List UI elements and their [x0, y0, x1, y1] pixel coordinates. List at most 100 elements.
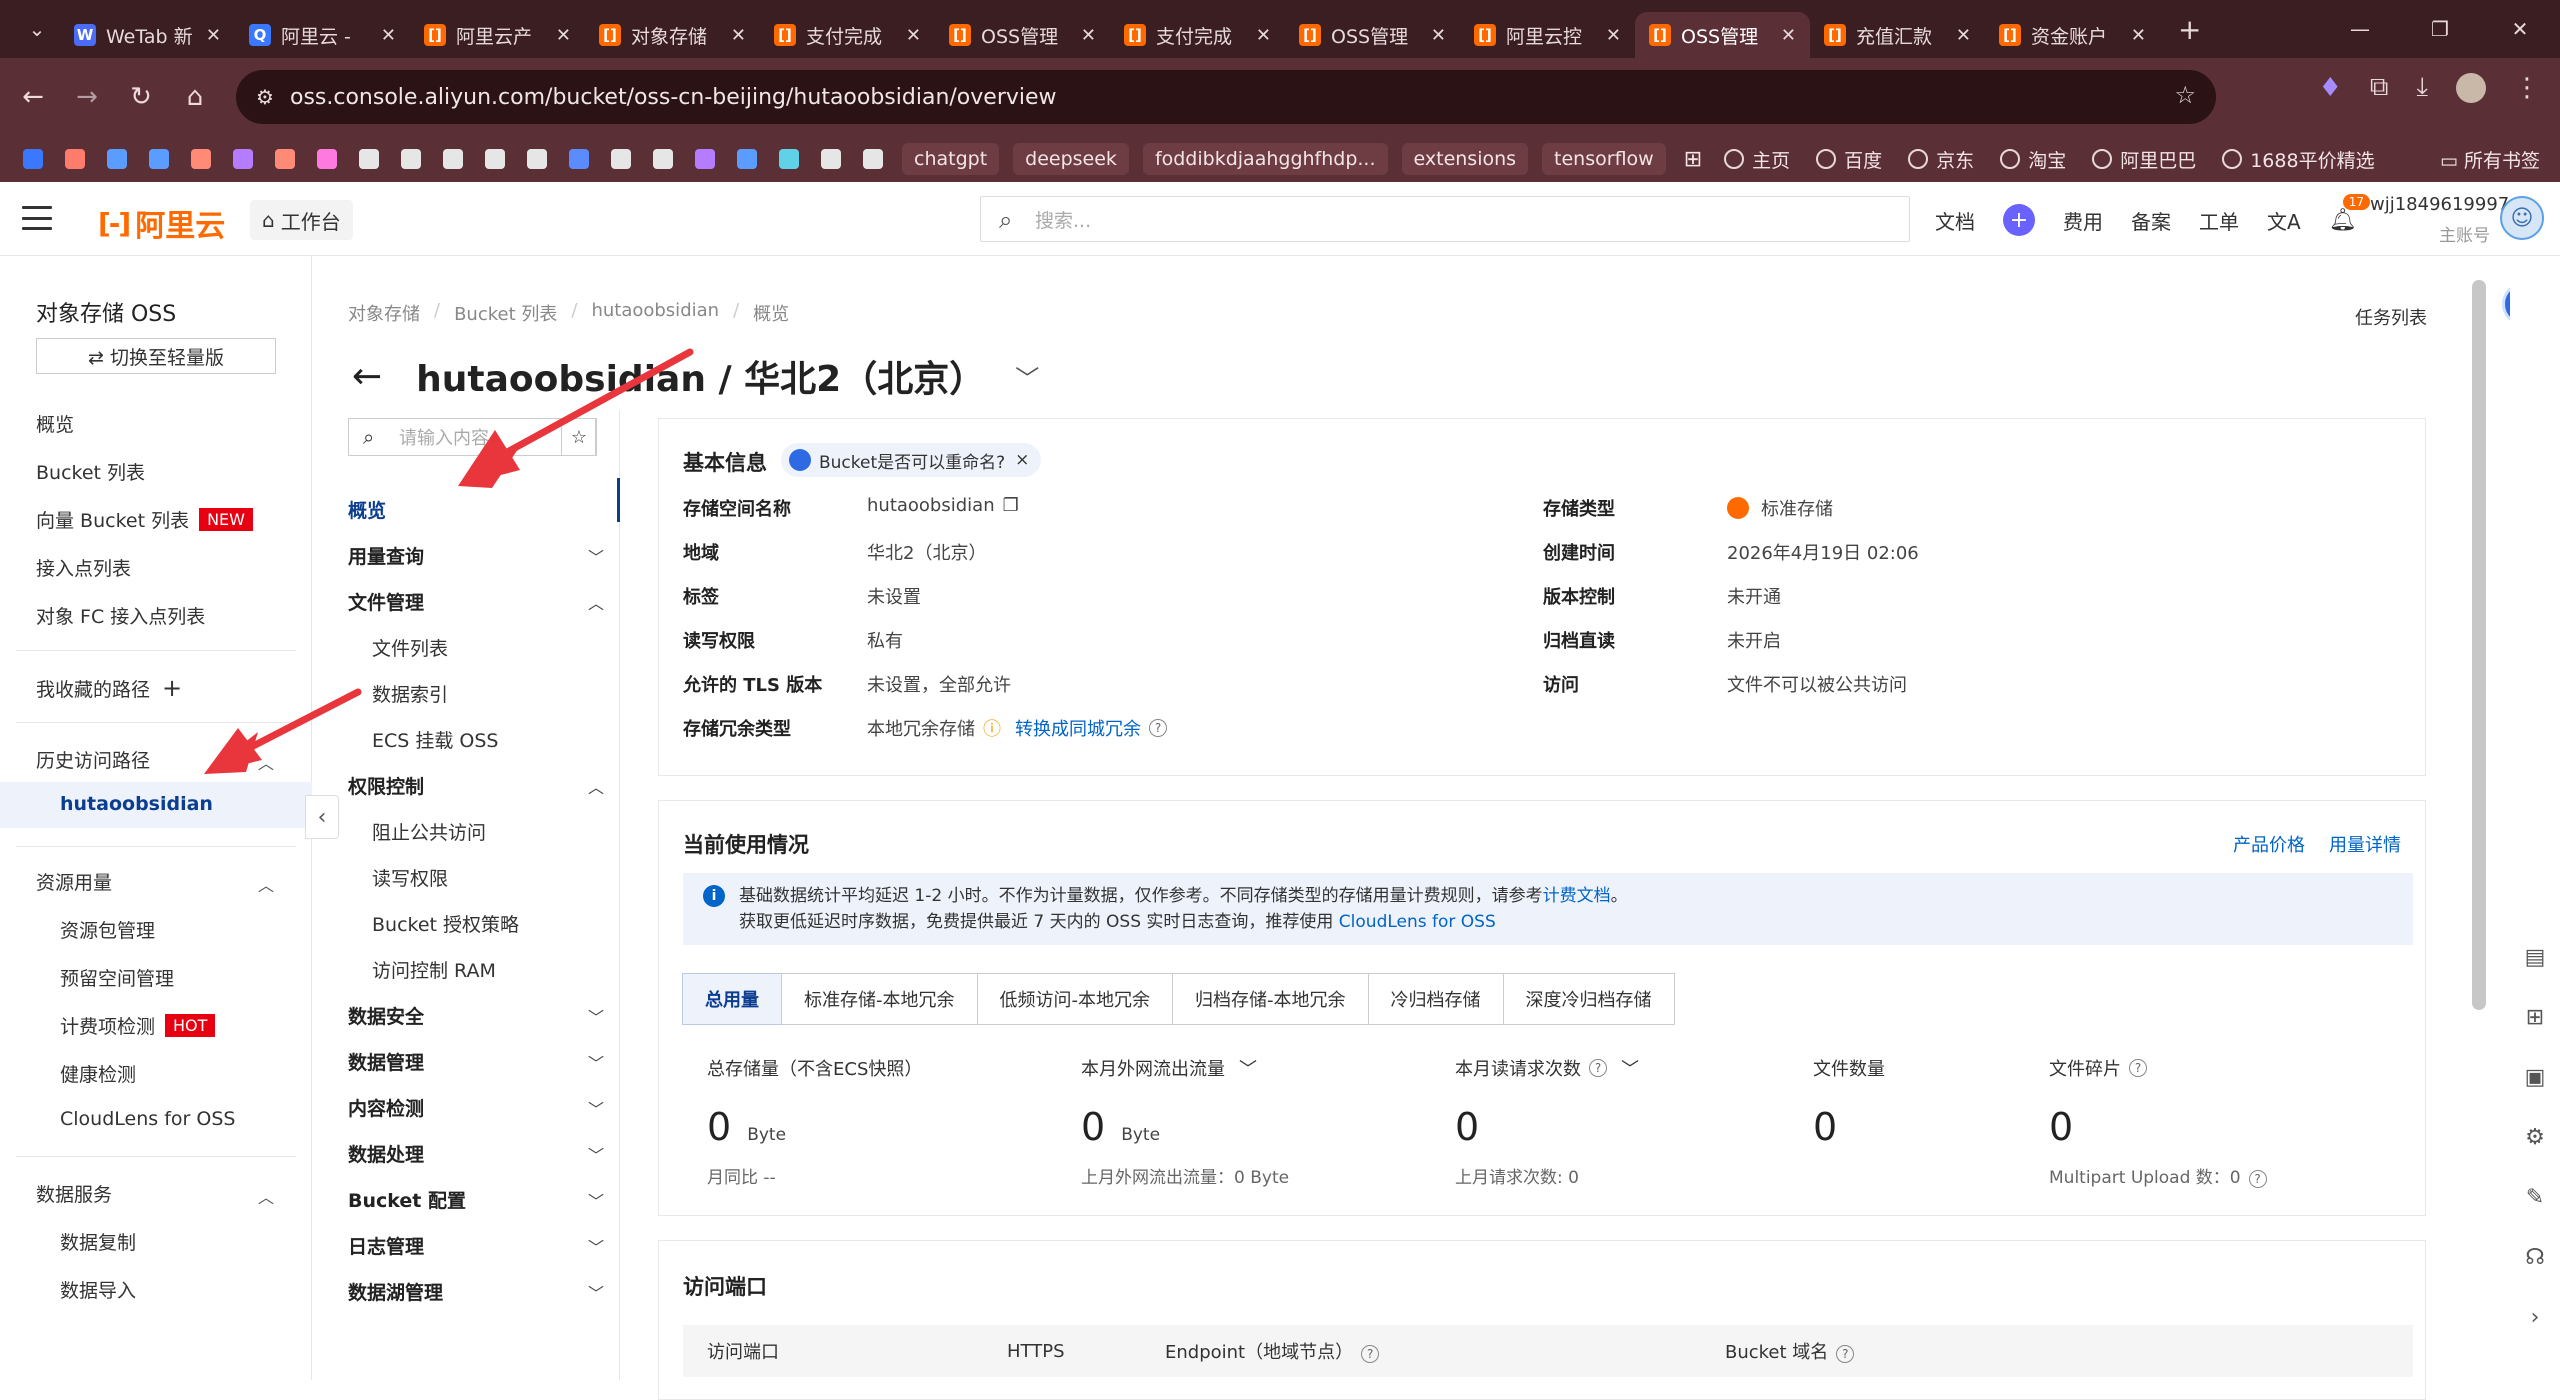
plus-icon[interactable]: + — [162, 674, 182, 702]
browser-tab[interactable]: [] 充值汇款 ✕ — [1810, 12, 1985, 58]
switch-lite-button[interactable]: ⇄ 切换至轻量版 — [36, 338, 276, 374]
subnav-item[interactable]: Bucket 配置 — [348, 1186, 466, 1213]
bookmark-favicon-icon[interactable] — [737, 149, 757, 169]
bookmark-favicon-icon[interactable] — [863, 149, 883, 169]
subnav-search-input[interactable]: ⌕ 请输入内容 ☆ — [348, 418, 597, 456]
bookmark-item[interactable]: deepseek — [1013, 143, 1129, 175]
subnav-item[interactable]: 数据管理 — [348, 1048, 424, 1075]
chevron-down-icon[interactable]: ﹀ — [588, 1234, 604, 1258]
account-info[interactable]: wjj1849619997 主账号 — [2370, 194, 2509, 246]
bookmark-item[interactable]: tensorflow — [1542, 143, 1666, 175]
back-arrow-icon[interactable]: ← — [352, 356, 382, 397]
help-icon[interactable]: ? — [2248, 1170, 2267, 1188]
breadcrumb-bucket[interactable]: hutaoobsidian — [591, 300, 719, 326]
close-icon[interactable]: × — [1015, 450, 1029, 470]
tab-close-icon[interactable]: ✕ — [2131, 25, 2146, 46]
bookmark-item[interactable]: foddibkdjaahgghfhdp... — [1142, 143, 1388, 175]
chevron-up-icon[interactable]: ︿ — [258, 1184, 274, 1208]
subnav-item[interactable]: 数据湖管理 — [348, 1278, 443, 1305]
sidebar-group-data-service[interactable]: 数据服务 — [36, 1180, 112, 1207]
bookmark-favicon-icon[interactable] — [149, 149, 169, 169]
subnav-item[interactable]: 概览 — [348, 496, 386, 523]
page-scrollbar[interactable] — [2472, 280, 2486, 1010]
chevron-up-icon[interactable]: ︿ — [258, 750, 274, 774]
bookmark-favicon-icon[interactable] — [23, 149, 43, 169]
bookmark-favicon-icon[interactable] — [443, 149, 463, 169]
tab-close-icon[interactable]: ✕ — [381, 25, 396, 46]
sidebar-item-package[interactable]: 资源包管理 — [60, 916, 155, 943]
tab-close-icon[interactable]: ✕ — [206, 25, 221, 46]
bookmark-item[interactable]: chatgpt — [902, 143, 1000, 175]
download-icon[interactable]: ⤓ — [2417, 72, 2429, 103]
console-search-input[interactable]: ⌕ 搜索... — [980, 196, 1910, 242]
chevron-down-icon[interactable]: ﹀ — [588, 1050, 604, 1074]
browser-tab[interactable]: [] 资金账户 ✕ — [1985, 12, 2160, 58]
subnav-subitem[interactable]: 读写权限 — [372, 864, 448, 891]
browser-tab[interactable]: W WeTab 新 ✕ — [60, 12, 235, 58]
calculator-icon[interactable]: ⊞ — [2520, 1002, 2550, 1032]
usage-tab[interactable]: 低频访问-本地冗余 — [976, 973, 1173, 1025]
sidebar-item-billing-check[interactable]: 计费项检测 HOT — [60, 1012, 216, 1039]
add-circle-icon[interactable]: + — [2003, 204, 2035, 236]
bookmark-favicon-icon[interactable] — [359, 149, 379, 169]
bookmark-item[interactable]: 京东 — [1908, 146, 1974, 173]
rename-faq-badge[interactable]: Bucket是否可以重命名? × — [781, 443, 1042, 477]
usage-tab[interactable]: 冷归档存储 — [1367, 973, 1504, 1025]
cloudlens-link[interactable]: CloudLens for OSS — [1339, 912, 1496, 932]
restore-icon[interactable]: ❐ — [2400, 0, 2480, 58]
sidebar-item-history-hutaoobsidian[interactable]: hutaoobsidian — [0, 782, 312, 828]
puzzle-icon[interactable]: ⧉ — [2370, 72, 2389, 103]
sidebar-item-replication[interactable]: 数据复制 — [60, 1228, 136, 1255]
browser-tab[interactable]: [] OSS管理 ✕ — [1285, 12, 1460, 58]
bookmark-item[interactable]: 淘宝 — [2000, 146, 2066, 173]
bookmark-item[interactable]: 百度 — [1816, 146, 1882, 173]
expand-right-icon[interactable]: › — [2520, 1302, 2550, 1332]
subnav-item[interactable]: 文件管理 — [348, 588, 424, 615]
bookmark-star-icon[interactable]: ☆ — [2174, 81, 2196, 109]
subnav-subitem[interactable]: Bucket 授权策略 — [372, 910, 519, 937]
new-tab-button[interactable]: + — [2178, 13, 2201, 46]
copy-icon[interactable]: ❐ — [1003, 495, 1019, 516]
aliyun-logo[interactable]: [-] 阿里云 — [98, 201, 225, 245]
region-dropdown-icon[interactable]: ﹀ — [1015, 359, 1039, 394]
sidebar-item-cloudlens[interactable]: CloudLens for OSS — [60, 1108, 235, 1130]
extension-icon[interactable]: ♦ — [2319, 73, 2342, 103]
bookmark-item[interactable]: 1688平价精选 — [2222, 146, 2375, 173]
browser-tab[interactable]: [] 阿里云控 ✕ — [1460, 12, 1635, 58]
sidebar-item-access-points[interactable]: 接入点列表 — [36, 554, 131, 581]
bookmark-favicon-icon[interactable] — [317, 149, 337, 169]
sidebar-item-overview[interactable]: 概览 — [36, 410, 74, 437]
browser-tab[interactable]: Q 阿里云 - ✕ — [235, 12, 410, 58]
task-list-link[interactable]: 任务列表 — [2355, 304, 2427, 330]
tab-close-icon[interactable]: ✕ — [1606, 25, 1621, 46]
subnav-subitem[interactable]: 阻止公共访问 — [372, 818, 486, 845]
tab-search-icon[interactable]: ⌄ — [14, 6, 60, 52]
tab-close-icon[interactable]: ✕ — [1781, 25, 1796, 46]
subnav-item[interactable]: 数据处理 — [348, 1140, 424, 1167]
chevron-up-icon[interactable]: ︿ — [588, 590, 604, 614]
subnav-subitem[interactable]: 访问控制 RAM — [372, 956, 496, 983]
profile-icon[interactable] — [2456, 72, 2486, 103]
tab-close-icon[interactable]: ✕ — [1256, 25, 1271, 46]
bookmark-favicon-icon[interactable] — [695, 149, 715, 169]
address-bar[interactable]: ⚙ oss.console.aliyun.com/bucket/oss-cn-b… — [236, 70, 2216, 124]
help-icon[interactable]: ? — [1836, 1345, 1855, 1363]
sidebar-favorites[interactable]: 我收藏的路径 + — [36, 674, 182, 702]
subnav-subitem[interactable]: 文件列表 — [372, 634, 448, 661]
bookmark-favicon-icon[interactable] — [527, 149, 547, 169]
pricing-link[interactable]: 产品价格 — [2233, 831, 2305, 857]
breadcrumb-oss[interactable]: 对象存储 — [348, 300, 420, 326]
workbench-button[interactable]: ⌂ 工作台 — [250, 200, 353, 240]
chevron-up-icon[interactable]: ︿ — [588, 774, 604, 798]
convert-redundancy-link[interactable]: 转换成同城冗余 — [1015, 715, 1141, 741]
subnav-item[interactable]: 用量查询 — [348, 542, 424, 569]
browser-tab[interactable]: [] 支付完成 ✕ — [760, 12, 935, 58]
usage-tab[interactable]: 标准存储-本地冗余 — [781, 973, 978, 1025]
tab-close-icon[interactable]: ✕ — [1081, 25, 1096, 46]
chevron-down-icon[interactable]: ﹀ — [588, 1188, 604, 1212]
billing-doc-link[interactable]: 计费文档 — [1543, 886, 1611, 906]
reload-icon[interactable]: ↻ — [114, 82, 168, 112]
edit-icon[interactable]: ✎ — [2520, 1182, 2550, 1212]
terminal-icon[interactable]: ▣ — [2520, 1062, 2550, 1092]
chevron-up-icon[interactable]: ︿ — [258, 872, 274, 896]
